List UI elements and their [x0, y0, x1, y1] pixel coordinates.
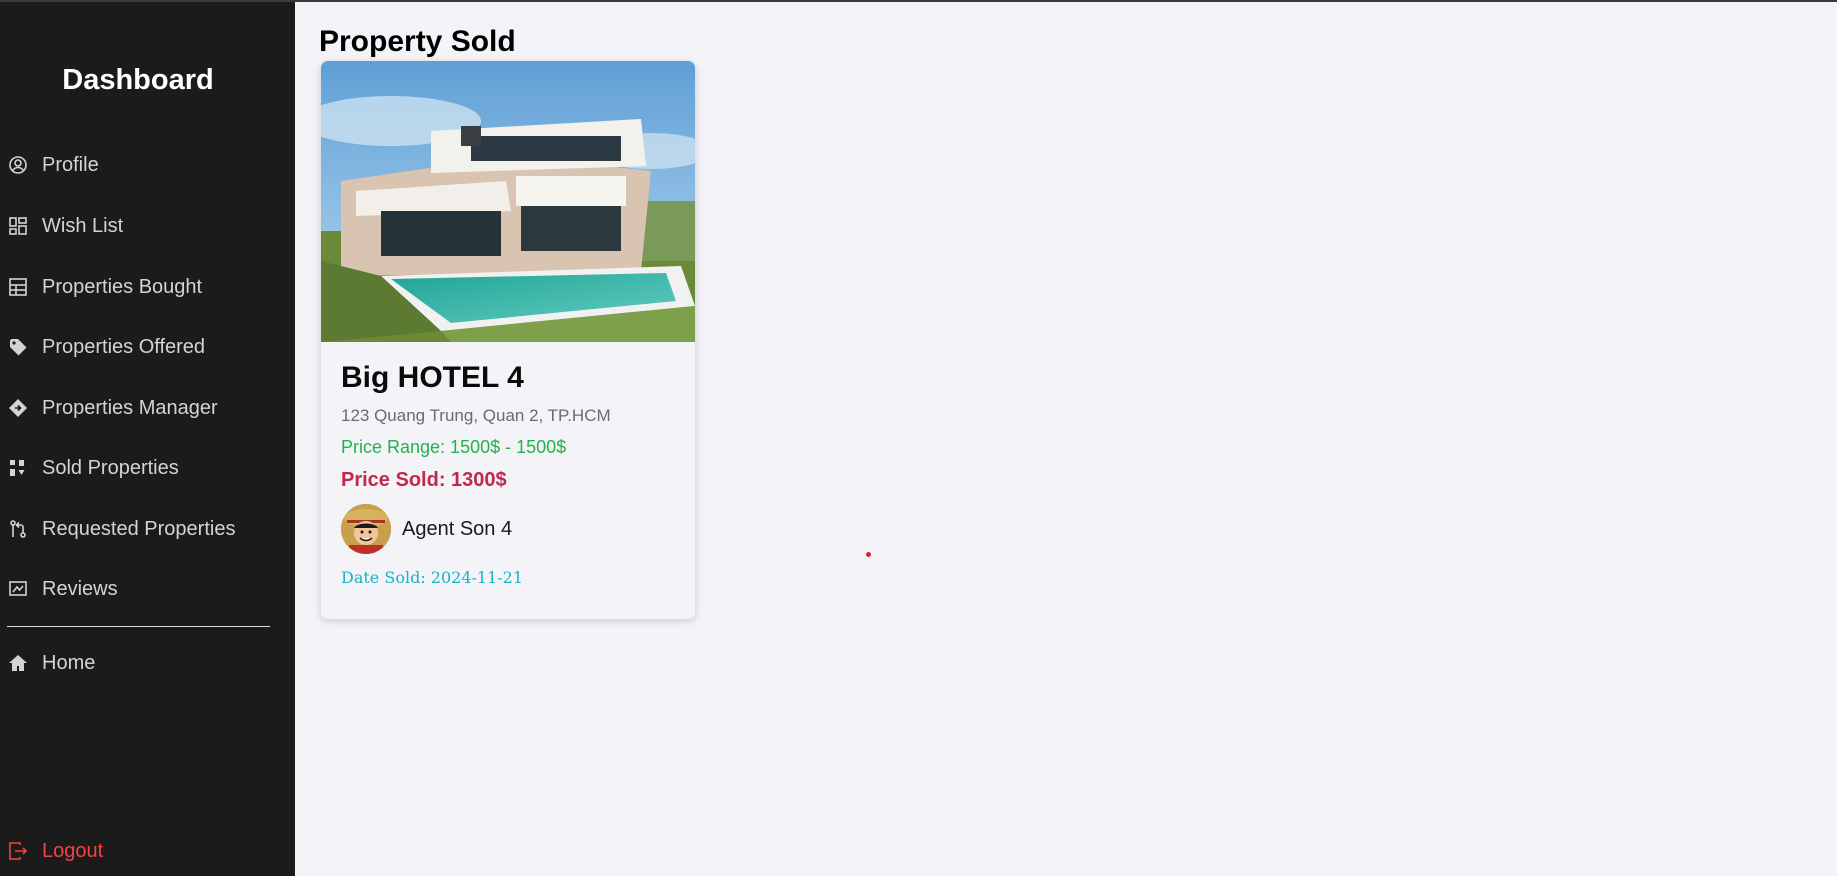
sidebar-item-label: Properties Offered — [42, 335, 206, 358]
sidebar-item-label: Sold Properties — [42, 456, 179, 479]
logout-button[interactable]: Logout — [0, 833, 280, 869]
sidebar-item-home[interactable]: Home — [0, 645, 280, 681]
window-top-border — [0, 0, 1837, 2]
property-image — [321, 61, 695, 342]
table-icon — [0, 269, 42, 305]
sidebar-item-label: Home — [42, 651, 96, 674]
agent-avatar — [341, 504, 391, 554]
sidebar-item-requested-properties[interactable]: Requested Properties — [0, 511, 280, 547]
logout-label: Logout — [42, 839, 104, 862]
sidebar-item-label: Wish List — [42, 214, 124, 237]
review-icon — [0, 571, 42, 607]
main-content: Property Sold Big HOTEL 4 123 Quang Trun… — [295, 0, 1837, 876]
sidebar-item-properties-bought[interactable]: Properties Bought — [0, 269, 280, 305]
page-title: Property Sold — [319, 25, 516, 58]
tag-icon — [0, 329, 42, 365]
cursor-dot — [866, 552, 871, 557]
sidebar-item-properties-manager[interactable]: Properties Manager — [0, 390, 280, 426]
sidebar-item-label: Requested Properties — [42, 517, 236, 540]
sidebar-item-label: Profile — [42, 153, 99, 176]
user-circle-icon — [0, 147, 42, 183]
sidebar-item-reviews[interactable]: Reviews — [0, 571, 280, 607]
date-sold: Date Sold: 2024-11-21 — [341, 568, 524, 587]
sidebar-item-profile[interactable]: Profile — [0, 147, 280, 183]
property-card[interactable]: Big HOTEL 4 123 Quang Trung, Quan 2, TP.… — [321, 61, 695, 619]
git-pull-icon — [0, 511, 42, 547]
sidebar-item-properties-offered[interactable]: Properties Offered — [0, 329, 280, 365]
sidebar-item-label: Properties Manager — [42, 396, 218, 419]
diamond-icon — [0, 390, 42, 426]
sidebar-brand: Dashboard — [62, 64, 214, 96]
property-address: 123 Quang Trung, Quan 2, TP.HCM — [341, 406, 611, 425]
property-name: Big HOTEL 4 — [341, 361, 524, 394]
sidebar-item-label: Properties Bought — [42, 275, 203, 298]
sidebar-item-sold-properties[interactable]: Sold Properties — [0, 450, 280, 486]
home-icon — [0, 645, 42, 681]
sidebar-item-label: Reviews — [42, 577, 118, 600]
agent-name: Agent Son 4 — [402, 518, 513, 540]
sidebar-divider — [7, 626, 270, 627]
dashboard-grid-icon — [0, 208, 42, 244]
sidebar: Dashboard Profile Wish List Properties B… — [0, 0, 295, 876]
sidebar-item-wish-list[interactable]: Wish List — [0, 208, 280, 244]
price-sold: Price Sold: 1300$ — [341, 469, 507, 491]
sort-icon — [0, 450, 42, 486]
logout-icon — [0, 833, 42, 869]
price-range: Price Range: 1500$ - 1500$ — [341, 437, 567, 457]
